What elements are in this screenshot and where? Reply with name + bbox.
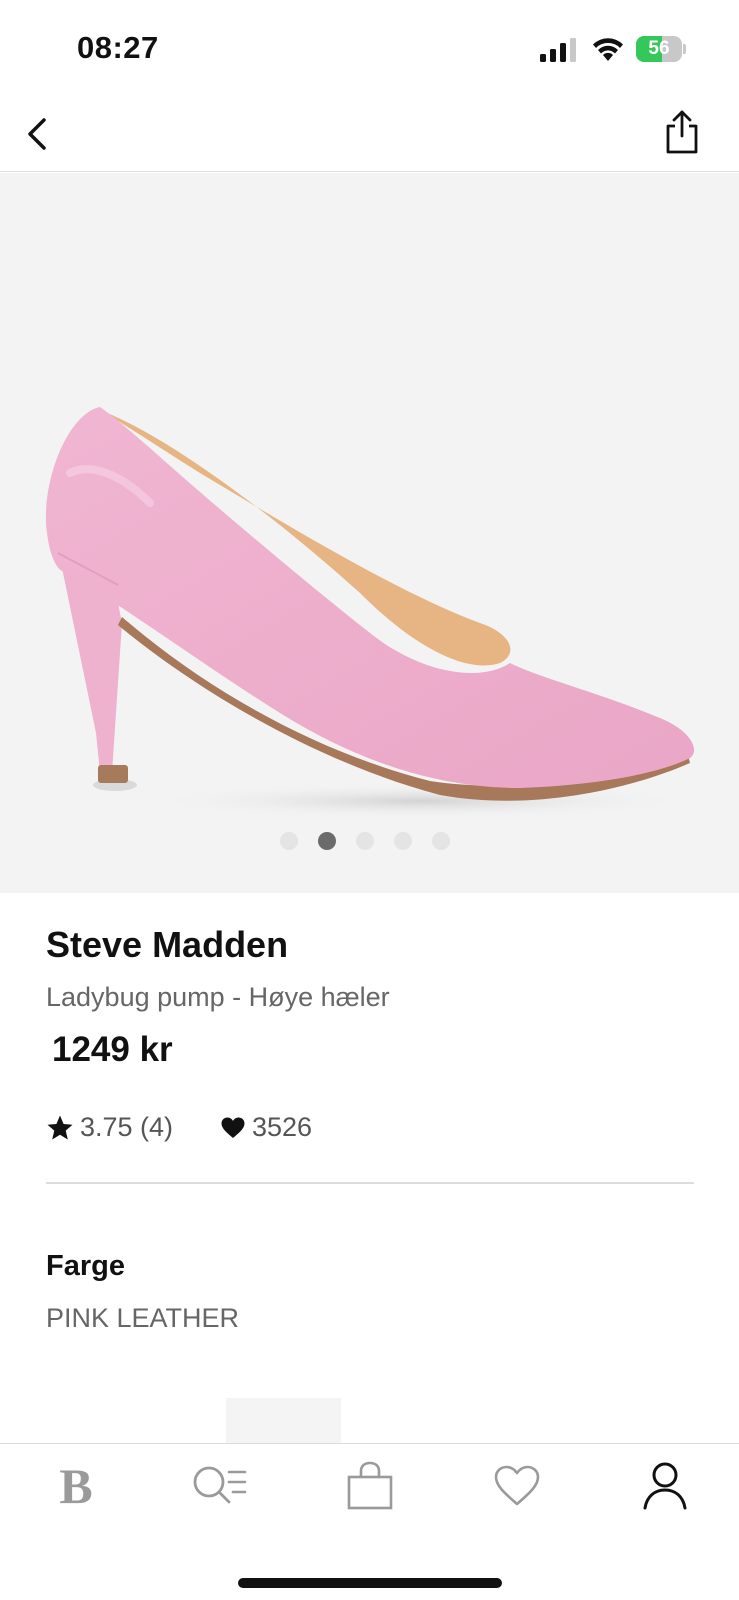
product-price: 1249 kr <box>52 1030 173 1069</box>
brand-logo-icon: B <box>59 1458 93 1514</box>
back-button[interactable] <box>18 112 58 156</box>
search-list-icon <box>193 1466 247 1504</box>
product-image-gallery[interactable] <box>0 173 739 893</box>
divider <box>46 1182 694 1184</box>
battery-icon: 56 <box>636 36 686 62</box>
product-likes: 3526 <box>220 1112 312 1143</box>
battery-level: 56 <box>648 38 670 59</box>
color-swatch[interactable] <box>226 1398 341 1444</box>
status-bar: 08:27 56 <box>0 0 739 96</box>
person-icon <box>643 1462 687 1510</box>
top-nav-bar <box>0 96 739 172</box>
pagination-dot[interactable] <box>280 832 298 850</box>
chevron-left-icon <box>28 118 46 150</box>
product-photo-pink-pump <box>45 407 700 819</box>
pagination-dot[interactable] <box>356 832 374 850</box>
product-name: Ladybug pump - Høye hæler <box>46 982 390 1012</box>
star-icon <box>47 1115 73 1139</box>
image-pagination-dots[interactable] <box>280 832 450 852</box>
wifi-icon <box>593 38 623 61</box>
color-value: PINK LEATHER <box>46 1303 240 1333</box>
tab-wishlist[interactable] <box>487 1456 547 1516</box>
tab-search[interactable] <box>190 1456 250 1516</box>
heart-outline-icon <box>494 1465 540 1506</box>
bottom-tab-bar: B <box>0 1443 739 1600</box>
share-button[interactable] <box>660 108 704 156</box>
heart-filled-icon <box>221 1117 245 1138</box>
pagination-dot[interactable] <box>394 832 412 850</box>
shopping-bag-icon <box>347 1461 393 1510</box>
pagination-dot[interactable] <box>318 832 336 850</box>
cellular-signal-icon <box>540 38 576 62</box>
pagination-dot[interactable] <box>432 832 450 850</box>
color-label: Farge <box>46 1250 125 1282</box>
product-brand[interactable]: Steve Madden <box>46 924 288 966</box>
product-rating[interactable]: 3.75 (4) <box>46 1112 173 1143</box>
status-time: 08:27 <box>77 30 159 65</box>
home-indicator[interactable] <box>238 1578 502 1588</box>
tab-home[interactable]: B <box>46 1456 106 1516</box>
share-icon <box>666 110 698 154</box>
likes-count: 3526 <box>252 1112 313 1142</box>
rating-text: 3.75 (4) <box>80 1112 174 1142</box>
tab-profile[interactable] <box>635 1456 695 1516</box>
tab-bag[interactable] <box>340 1456 400 1516</box>
